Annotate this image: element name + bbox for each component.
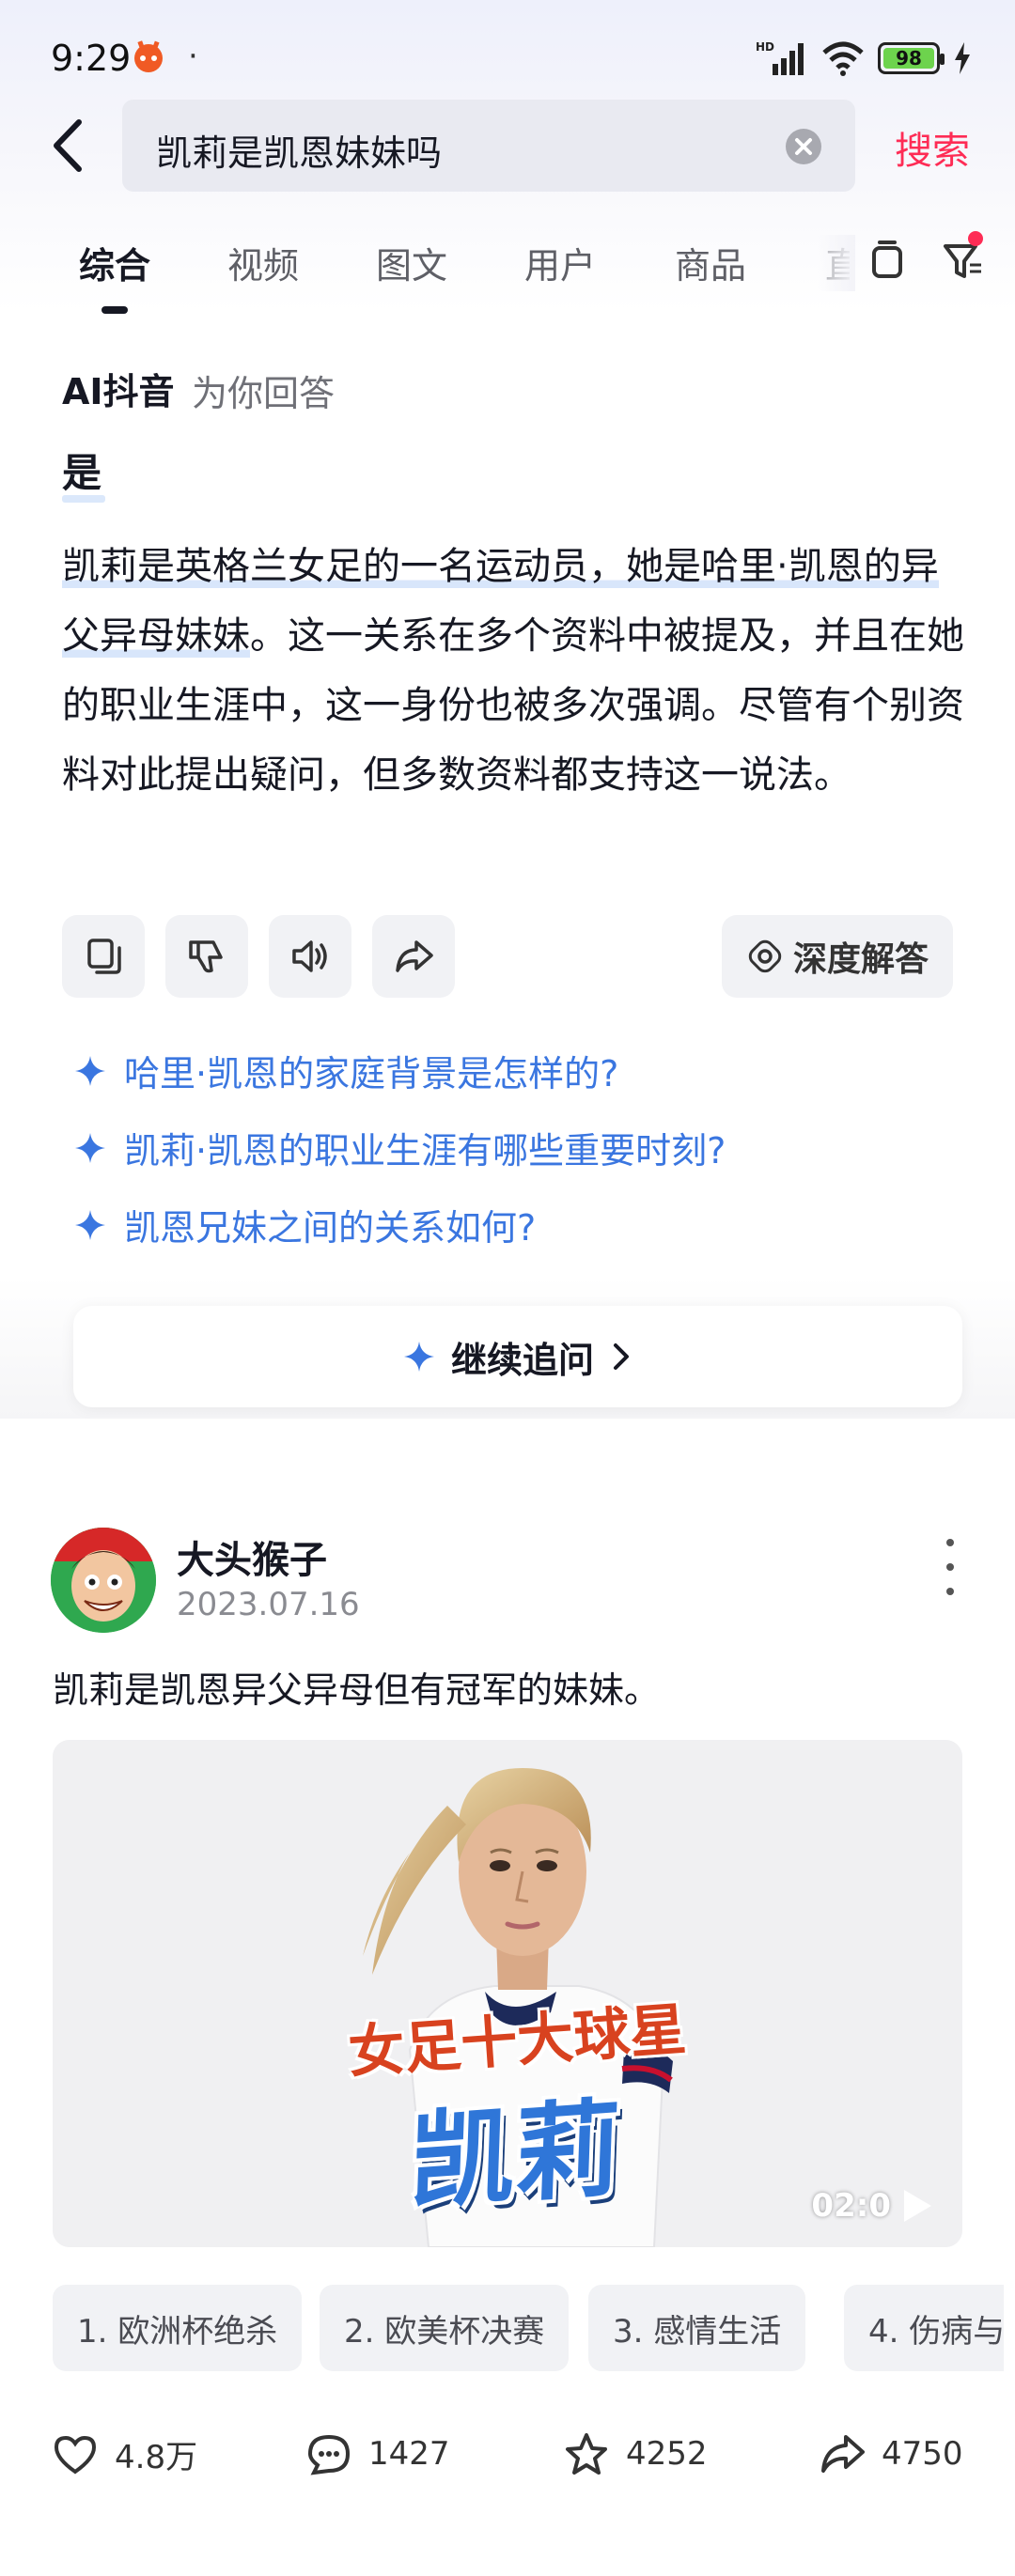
back-button[interactable]: [45, 113, 92, 178]
cartoon-avatar-image: [51, 1528, 156, 1633]
post-stats-row: 4.8万 1427 4252 4750: [53, 2420, 992, 2476]
ai-short-answer: 是: [62, 442, 106, 503]
avatar[interactable]: [51, 1528, 156, 1633]
dislike-button[interactable]: [165, 915, 248, 998]
tab-products[interactable]: 商品: [675, 237, 746, 288]
continue-ask-label: 继续追问: [450, 1339, 594, 1381]
ai-answer-text: 凯莉是英格兰女足的一名运动员，她是哈里·凯恩的异父异母妹妹。这一关系在多个资料中…: [62, 532, 964, 810]
share-icon: [821, 2435, 865, 2473]
tab-users[interactable]: 用户: [524, 237, 596, 288]
continue-ask-button[interactable]: 继续追问: [73, 1306, 962, 1407]
sparkle-icon: [403, 1342, 434, 1372]
share-answer-button[interactable]: [372, 915, 455, 998]
suggestion-item[interactable]: 凯恩兄妹之间的关系如何?: [73, 1199, 536, 1250]
sparkle-icon: [75, 1132, 105, 1163]
svg-text:HD: HD: [756, 40, 774, 54]
star-icon: [566, 2433, 607, 2475]
comment-count: 1427: [368, 2435, 450, 2473]
app-notification-icon: [134, 40, 163, 72]
category-tabs: 综合 视频 图文 用户 商品 直: [0, 225, 1015, 319]
signal-icon: HD: [756, 40, 804, 75]
read-aloud-button[interactable]: [269, 915, 351, 998]
device-icon[interactable]: [865, 239, 910, 284]
suggestion-item[interactable]: 哈里·凯恩的家庭背景是怎样的?: [73, 1045, 618, 1096]
deep-answer-icon: [748, 939, 782, 973]
chevron-right-icon: [614, 1343, 629, 1370]
share-count: 4750: [882, 2435, 963, 2473]
thumbs-down-icon: [189, 940, 223, 973]
suggestion-text: 凯莉·凯恩的职业生涯有哪些重要时刻?: [124, 1130, 726, 1172]
suggestion-text: 凯恩兄妹之间的关系如何?: [124, 1207, 537, 1249]
chapter-chips: 1. 欧洲杯绝杀 2. 欧美杯决赛 3. 感情生活 4. 伤病与复: [53, 2285, 1004, 2373]
tab-video[interactable]: 视频: [227, 237, 299, 288]
video-thumbnail[interactable]: 女足十大球星 凯莉 02:0: [53, 1740, 962, 2247]
post-caption: 凯莉是凯恩异父异母但有冠军的妹妹。: [53, 1669, 661, 1711]
like-button[interactable]: 4.8万: [53, 2431, 197, 2476]
search-query: 凯莉是凯恩妹妹吗: [156, 132, 443, 174]
chapter-chip[interactable]: 3. 感情生活: [588, 2285, 806, 2371]
post-date: 2023.07.16: [177, 1586, 360, 1623]
chapter-chip[interactable]: 4. 伤病与复: [844, 2285, 1004, 2371]
comment-icon: [307, 2434, 351, 2475]
sparkle-icon: [75, 1209, 105, 1240]
status-right: HD 98: [756, 38, 972, 79]
tab-image-text[interactable]: 图文: [376, 237, 447, 288]
status-bar: 9:29 · HD 98: [0, 0, 1015, 113]
ai-action-row: 深度解答: [62, 915, 953, 998]
play-icon: [904, 2190, 931, 2222]
tab-fade: [818, 235, 855, 291]
post-card[interactable]: 大头猴子 2023.07.16 凯莉是凯恩异父异母但有冠军的妹妹。 女足十大球星…: [11, 1481, 1004, 2576]
tab-comprehensive[interactable]: 综合: [79, 237, 150, 288]
status-dot: ·: [188, 38, 198, 75]
close-icon: [795, 138, 812, 155]
chapter-chip[interactable]: 2. 欧美杯决赛: [320, 2285, 570, 2371]
share-icon: [396, 940, 433, 972]
like-count: 4.8万: [115, 2439, 198, 2476]
sparkle-icon: [75, 1055, 105, 1086]
video-duration: 02:0: [811, 2187, 934, 2225]
wifi-icon: [822, 41, 864, 76]
video-duration-text: 02:0: [811, 2187, 891, 2225]
share-button[interactable]: 4750: [820, 2431, 963, 2476]
favorite-button[interactable]: 4252: [564, 2431, 708, 2476]
suggestion-text: 哈里·凯恩的家庭背景是怎样的?: [124, 1053, 619, 1094]
charging-icon: [955, 42, 970, 74]
filter-notification-dot: [968, 231, 983, 246]
deep-answer-label: 深度解答: [792, 940, 929, 979]
copy-icon: [87, 939, 121, 974]
favorite-count: 4252: [626, 2435, 708, 2473]
more-options-button[interactable]: [936, 1539, 964, 1595]
video-overlay-name: 凯莉: [407, 2087, 622, 2226]
heart-icon: [54, 2435, 97, 2474]
ai-title: AI抖音: [62, 371, 175, 412]
status-time: 9:29: [51, 38, 132, 79]
clear-search-button[interactable]: [786, 129, 821, 164]
search-input[interactable]: 凯莉是凯恩妹妹吗: [122, 100, 855, 192]
battery-icon: 98: [878, 42, 945, 74]
deep-answer-button[interactable]: 深度解答: [722, 915, 953, 998]
tab-active-indicator: [102, 306, 128, 314]
search-button[interactable]: 搜索: [895, 120, 970, 175]
author-name[interactable]: 大头猴子: [177, 1529, 327, 1584]
ai-subtitle: 为你回答: [192, 373, 336, 414]
speaker-icon: [292, 940, 327, 972]
chapter-chip[interactable]: 1. 欧洲杯绝杀: [53, 2285, 303, 2371]
suggestion-item[interactable]: 凯莉·凯恩的职业生涯有哪些重要时刻?: [73, 1122, 726, 1173]
battery-level: 98: [883, 47, 934, 70]
comment-button[interactable]: 1427: [306, 2431, 450, 2476]
copy-button[interactable]: [62, 915, 145, 998]
